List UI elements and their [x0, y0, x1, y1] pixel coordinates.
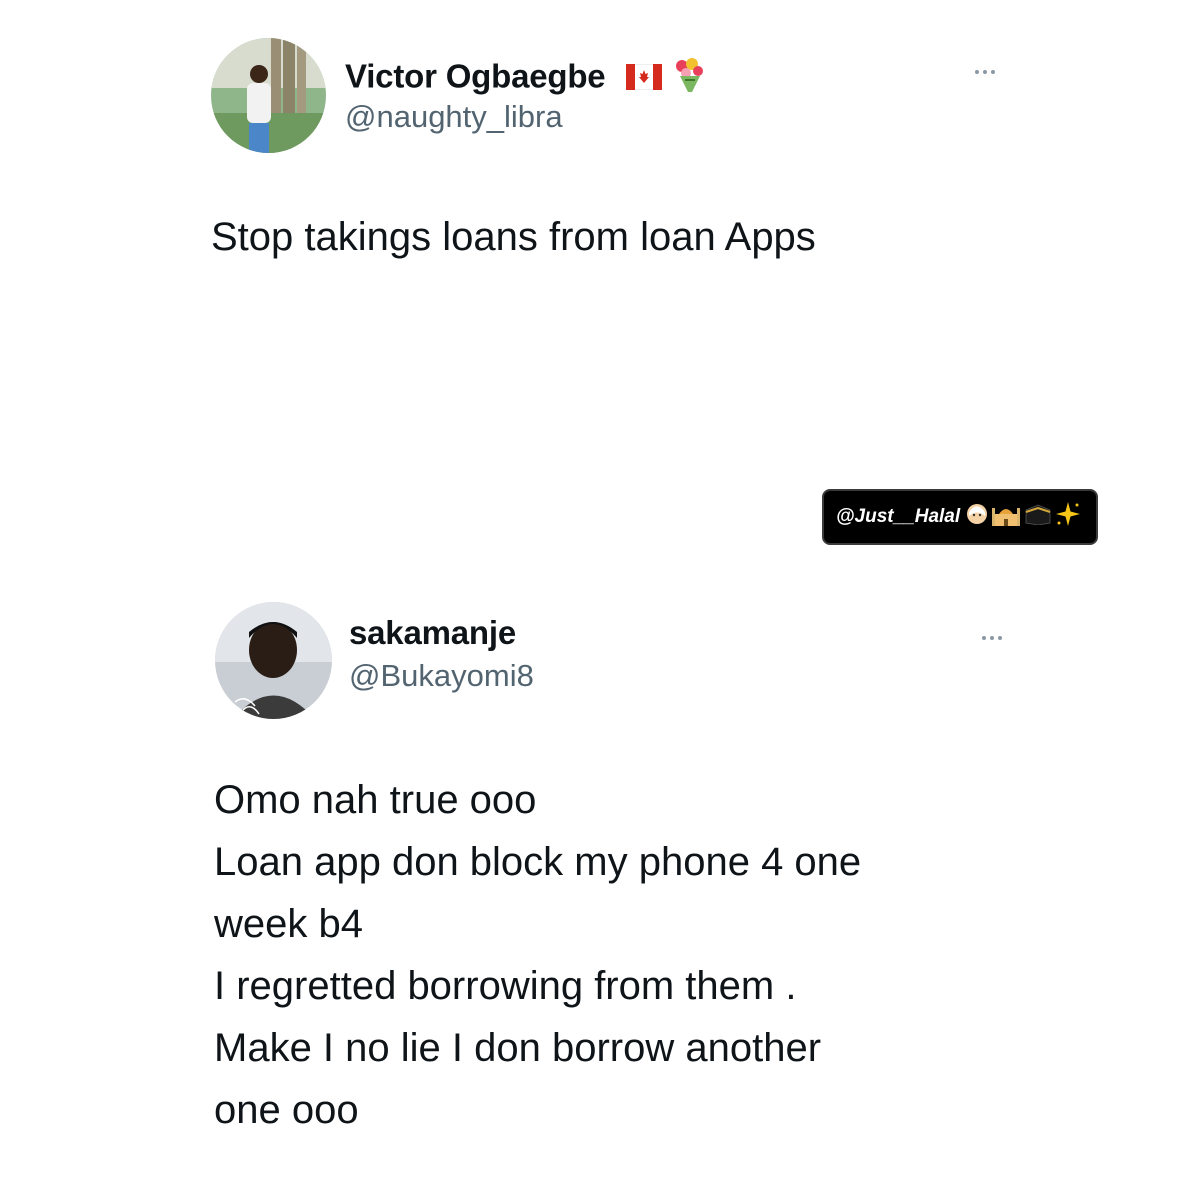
person-icon: [966, 503, 988, 531]
tweet-text-line: Omo nah true ooo: [214, 778, 537, 822]
display-name[interactable]: sakamanje: [349, 614, 516, 652]
canada-flag-icon: [625, 60, 663, 98]
tweet-card: Victor Ogbaegbe @naughty_libra Stop taki…: [0, 0, 1200, 470]
tweet-text-line: Stop takings loans from loan Apps: [211, 215, 816, 259]
tweet-text: Stop takings loans from loan Apps: [211, 206, 816, 268]
avatar[interactable]: [215, 602, 332, 719]
tweet-text-line: I regretted borrowing from them .: [214, 964, 797, 1008]
bouquet-icon: [670, 56, 708, 102]
tweet-text-line: Loan app don block my phone 4 one: [214, 840, 862, 884]
tweet-card: sakamanje @Bukayomi8 Omo nah true ooo Lo…: [0, 590, 1200, 1200]
tweet-text-line: Make I no lie I don borrow another: [214, 1026, 822, 1070]
tweet-text: Omo nah true ooo Loan app don block my p…: [214, 769, 1014, 1141]
more-options-icon[interactable]: [975, 70, 995, 74]
sparkle-icon: [1055, 501, 1081, 533]
display-name[interactable]: Victor Ogbaegbe: [345, 56, 708, 102]
user-handle[interactable]: @naughty_libra: [345, 99, 563, 135]
mosque-icon: [991, 502, 1021, 532]
avatar[interactable]: [211, 38, 326, 153]
watermark-badge: @Just__Halal: [822, 489, 1098, 545]
watermark-text: @Just__Halal: [836, 506, 961, 527]
tweet-text-line: one ooo: [214, 1088, 359, 1132]
tweet-text-line: week b4: [214, 902, 363, 946]
more-options-icon[interactable]: [982, 636, 1002, 640]
kaaba-icon: [1024, 503, 1052, 531]
user-handle[interactable]: @Bukayomi8: [349, 658, 534, 694]
